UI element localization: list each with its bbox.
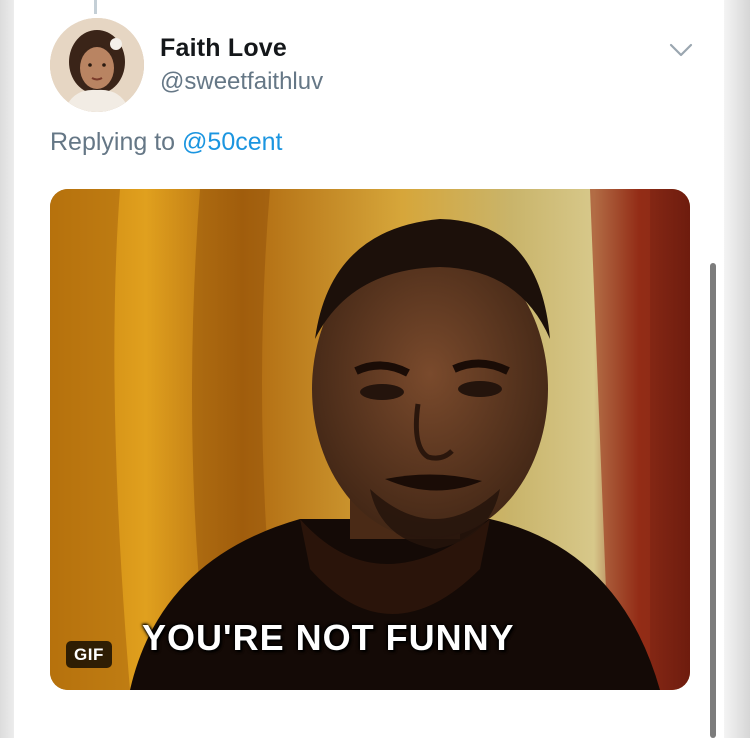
user-handle[interactable]: @sweetfaithluv — [160, 68, 323, 96]
avatar[interactable] — [50, 18, 144, 112]
replying-to-label: Replying to — [50, 128, 176, 156]
gif-caption: YOU'RE NOT FUNNY — [142, 617, 515, 658]
chevron-down-icon[interactable] — [668, 40, 694, 60]
scrollbar[interactable] — [710, 263, 716, 738]
right-edge — [724, 0, 750, 738]
display-name[interactable]: Faith Love — [160, 34, 287, 63]
thread-connector-line — [94, 0, 97, 14]
left-edge — [0, 0, 14, 738]
gif-frame — [50, 189, 690, 690]
avatar-image — [50, 18, 144, 112]
replying-to-line: Replying to @50cent — [50, 128, 282, 157]
reply-mention-link[interactable]: @50cent — [182, 128, 282, 156]
gif-media[interactable]: YOU'RE NOT FUNNY GIF — [50, 189, 690, 690]
gif-badge: GIF — [66, 641, 112, 668]
tweet-screen: Faith Love @sweetfaithluv Replying to @5… — [0, 0, 750, 738]
